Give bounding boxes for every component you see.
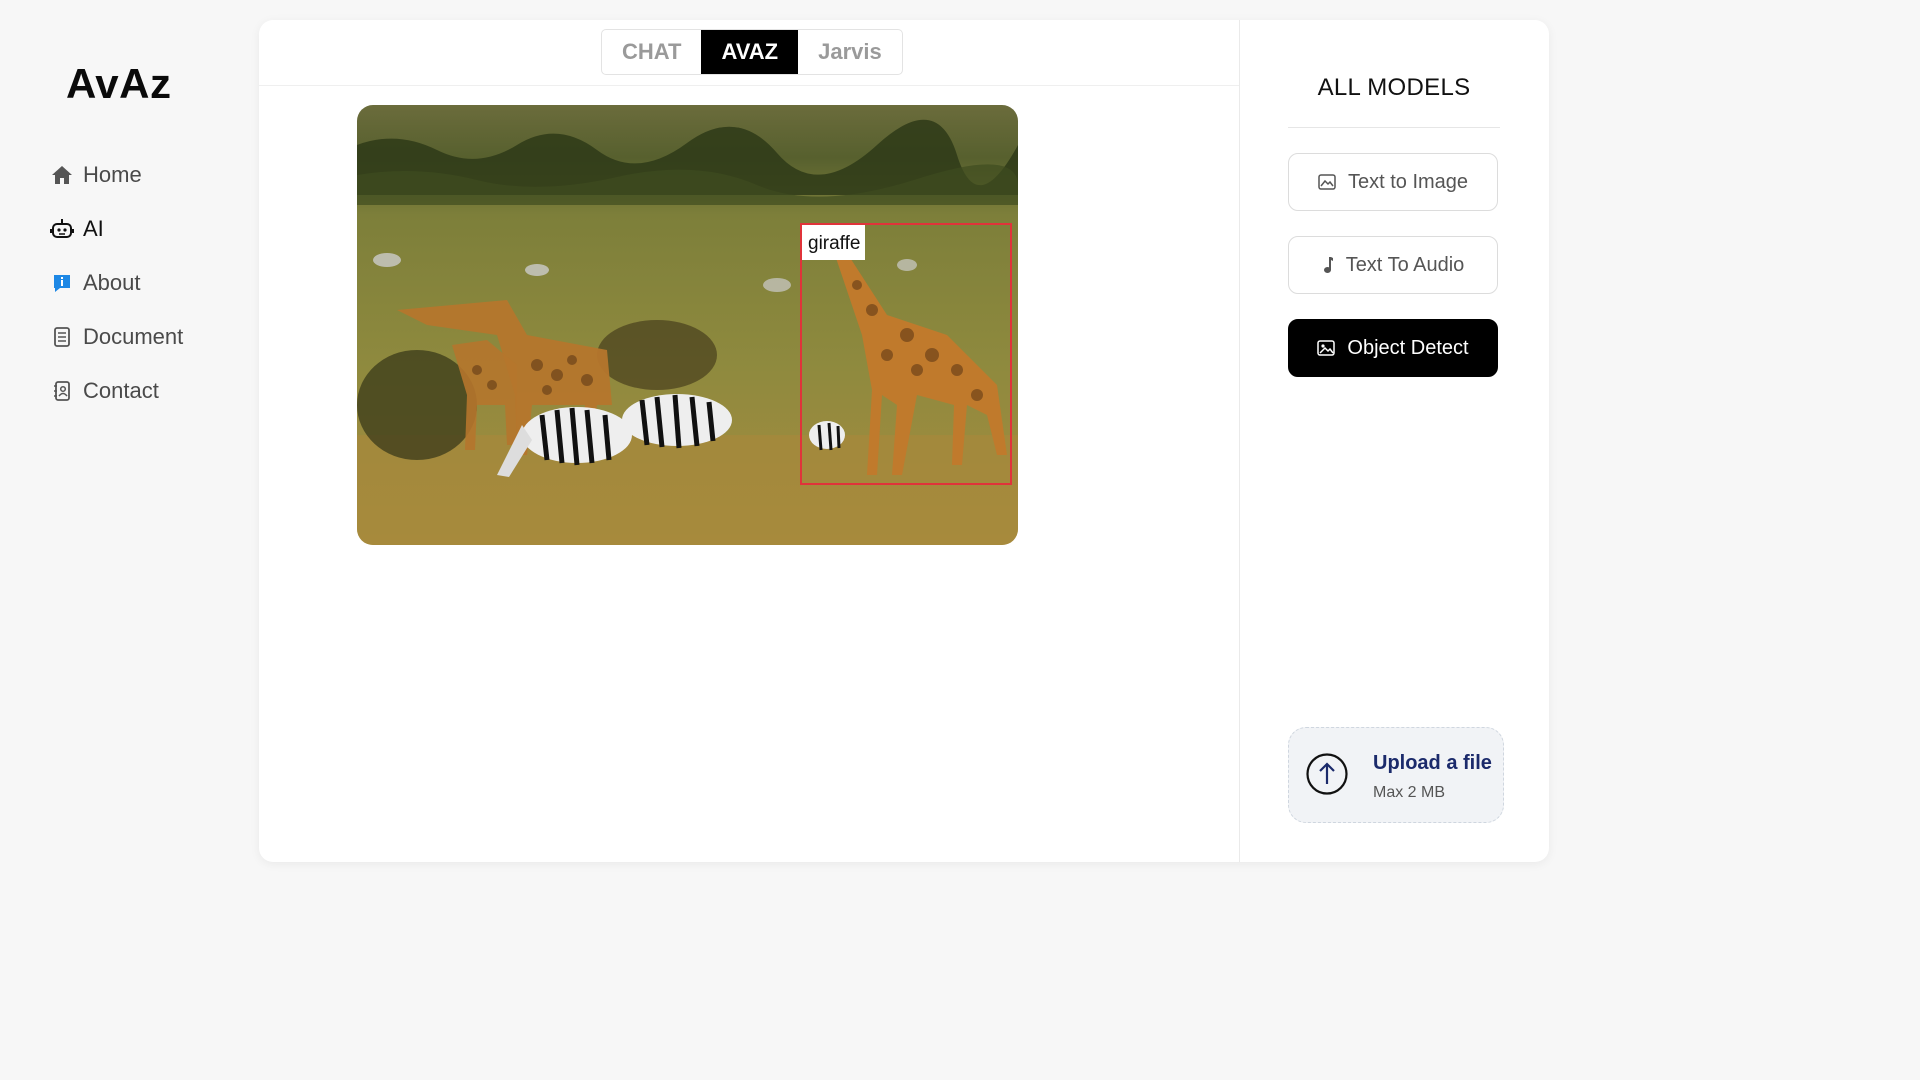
models-title: ALL MODELS xyxy=(1317,74,1471,101)
object-detect-button[interactable]: Object Detect xyxy=(1288,319,1498,377)
detection-label: giraffe xyxy=(802,225,866,260)
sidebar-item-document[interactable]: Document xyxy=(50,322,183,352)
button-label: Text To Audio xyxy=(1345,253,1465,276)
upload-arrow-icon xyxy=(1306,753,1348,795)
sidebar-item-contact[interactable]: Contact xyxy=(50,376,183,406)
sidebar: AvAz Home AI About Document Contact xyxy=(0,0,258,882)
sidebar-nav: Home AI About Document Contact xyxy=(50,160,183,430)
music-note-icon xyxy=(1322,256,1334,274)
tab-divider xyxy=(259,85,1239,86)
info-icon xyxy=(50,271,74,295)
upload-title: Upload a file xyxy=(1373,752,1492,774)
home-icon xyxy=(50,163,74,187)
robot-icon xyxy=(50,217,74,241)
document-icon xyxy=(50,325,74,349)
tab-avaz[interactable]: AVAZ xyxy=(701,30,799,74)
tab-chat[interactable]: CHAT xyxy=(602,30,701,74)
panel-divider xyxy=(1239,20,1240,862)
detection-bounding-box: giraffe xyxy=(800,223,1012,485)
text-to-image-button[interactable]: Text to Image xyxy=(1288,153,1498,211)
models-divider xyxy=(1288,127,1500,128)
button-label: Text to Image xyxy=(1347,170,1469,193)
image-edit-icon xyxy=(1318,174,1336,190)
sidebar-item-home[interactable]: Home xyxy=(50,160,183,190)
tab-jarvis[interactable]: Jarvis xyxy=(798,30,902,74)
button-label: Object Detect xyxy=(1347,336,1469,359)
sidebar-item-label: Document xyxy=(83,324,184,349)
sidebar-item-about[interactable]: About xyxy=(50,268,183,298)
upload-subtitle: Max 2 MB xyxy=(1373,784,1446,801)
text-to-audio-button[interactable]: Text To Audio xyxy=(1288,236,1498,294)
main-card: CHAT AVAZ Jarvis giraffe ALL MODELS Text… xyxy=(259,20,1549,862)
mode-tabs: CHAT AVAZ Jarvis xyxy=(601,29,903,75)
upload-file-dropzone[interactable]: Upload a file Max 2 MB xyxy=(1288,727,1504,823)
contact-book-icon xyxy=(50,379,74,403)
image-icon xyxy=(1317,340,1336,356)
app-logo[interactable]: AvAz xyxy=(66,60,171,108)
detection-image: giraffe xyxy=(357,105,1018,545)
sidebar-item-label: Home xyxy=(83,162,142,187)
sidebar-item-label: AI xyxy=(83,216,104,241)
sidebar-item-ai[interactable]: AI xyxy=(50,214,183,244)
sidebar-item-label: About xyxy=(83,270,141,295)
sidebar-item-label: Contact xyxy=(83,378,159,403)
